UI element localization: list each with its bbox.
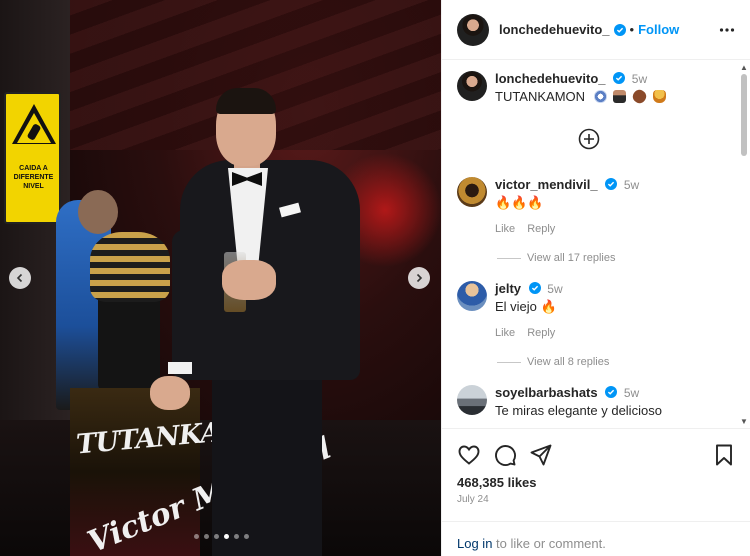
comment-time: 5w	[623, 386, 640, 400]
comment-time: 5w	[547, 282, 563, 296]
view-replies-button[interactable]: View all 8 replies	[497, 356, 609, 368]
caption: lonchedehuevito_ 5w TUTANKAMON	[457, 71, 669, 106]
warning-sign: CAIDA A DIFERENTE NIVEL	[4, 92, 61, 224]
carousel-dot	[204, 534, 209, 539]
shirt-cuff	[168, 362, 192, 374]
view-replies-button[interactable]: View all 17 replies	[497, 252, 615, 264]
carousel-dot	[244, 534, 249, 539]
previous-slide-button[interactable]	[9, 267, 31, 289]
caption-time: 5w	[631, 72, 648, 86]
verified-badge-icon	[605, 386, 618, 398]
bystander-head	[78, 190, 118, 234]
login-prompt: Log in to like or comment.	[442, 521, 750, 556]
separator-dot: •	[629, 22, 635, 37]
verified-badge-icon	[605, 178, 618, 190]
warning-sign-text: CAIDA A DIFERENTE NIVEL	[13, 165, 54, 190]
login-link[interactable]: Log in	[457, 536, 492, 551]
verified-badge-icon	[528, 282, 541, 294]
replies-divider	[497, 257, 521, 259]
verified-badge-icon	[613, 23, 626, 36]
bookmark-icon[interactable]	[712, 443, 736, 467]
caption-avatar[interactable]	[457, 71, 487, 101]
comment-reply-button[interactable]: Reply	[527, 327, 555, 339]
scroll-down-icon[interactable]: ▼	[740, 418, 748, 426]
chevron-left-icon	[16, 273, 23, 283]
comment-text: El viejo 🔥	[495, 299, 557, 314]
comment-text: 🔥🔥🔥	[495, 195, 544, 210]
man-hair	[216, 88, 276, 114]
comment-avatar[interactable]	[457, 385, 487, 415]
comment-like-button[interactable]: Like	[495, 327, 515, 339]
emoji-bone-icon	[630, 87, 649, 106]
comment-reply-button[interactable]: Reply	[527, 223, 555, 235]
comment-item: jelty 5w El viejo 🔥 Like Reply	[457, 281, 563, 339]
share-icon[interactable]	[529, 443, 553, 467]
next-slide-button[interactable]	[408, 267, 430, 289]
pharaoh-statue-head	[90, 232, 170, 302]
likes-count[interactable]: 468,385 likes	[457, 475, 537, 490]
comment-text: Te miras elegante y delicioso	[495, 403, 662, 418]
add-circle-icon[interactable]	[578, 128, 600, 150]
comments-scrollbar[interactable]: ▲ ▼	[739, 62, 749, 428]
scrollbar-thumb[interactable]	[741, 74, 747, 156]
post-actions: 468,385 likes July 24 Log in to like or …	[442, 428, 750, 556]
man-trousers	[212, 360, 322, 556]
comment-item: soyelbarbashats 5w Te miras elegante y d…	[457, 385, 662, 419]
comment-icon[interactable]	[493, 443, 517, 467]
post-side-panel: lonchedehuevito_ • Follow lonchedehuevit…	[441, 0, 750, 556]
view-replies-label: View all 17 replies	[527, 252, 616, 264]
carousel-dot	[194, 534, 199, 539]
comment-item: victor_mendivil_ 5w 🔥🔥🔥 Like Reply	[457, 177, 639, 235]
login-prompt-text: to like or comment.	[492, 536, 606, 551]
caption-text: TUTANKAMON	[495, 89, 586, 104]
comment-username[interactable]: jelty	[495, 281, 521, 296]
carousel-dot	[214, 534, 219, 539]
author-username[interactable]: lonchedehuevito_	[499, 22, 610, 37]
view-replies-label: View all 8 replies	[527, 356, 610, 368]
comment-username[interactable]: victor_mendivil_	[495, 177, 598, 192]
emoji-pharaoh-icon	[593, 90, 607, 103]
post-header: lonchedehuevito_ • Follow	[442, 0, 750, 60]
comment-avatar[interactable]	[457, 177, 487, 207]
emoji-treasure-icon	[652, 90, 666, 103]
man-left-hand	[150, 376, 190, 410]
scroll-up-icon[interactable]: ▲	[740, 64, 748, 72]
comment-time: 5w	[623, 178, 640, 192]
carousel-dot	[224, 534, 229, 539]
carousel-dot	[234, 534, 239, 539]
comment-username[interactable]: soyelbarbashats	[495, 385, 598, 400]
man-right-hand	[222, 260, 276, 300]
post-photo[interactable]: CAIDA A DIFERENTE NIVEL TUTANKAMON Victo…	[0, 0, 441, 556]
comments-list[interactable]: lonchedehuevito_ 5w TUTANKAMON victor_me…	[442, 61, 750, 428]
chevron-right-icon	[416, 273, 423, 283]
comment-avatar[interactable]	[457, 281, 487, 311]
comment-like-button[interactable]: Like	[495, 223, 515, 235]
verified-badge-icon	[613, 72, 626, 84]
author-avatar[interactable]	[457, 13, 489, 46]
replies-divider	[497, 361, 521, 363]
heart-icon[interactable]	[457, 443, 481, 467]
more-options-icon[interactable]	[719, 22, 735, 38]
statue-body	[98, 292, 160, 392]
carousel-indicator	[194, 534, 249, 539]
post-date: July 24	[457, 494, 489, 505]
caption-username[interactable]: lonchedehuevito_	[495, 71, 606, 86]
follow-button[interactable]: Follow	[638, 22, 679, 37]
emoji-man-in-tuxedo-icon	[613, 90, 627, 103]
